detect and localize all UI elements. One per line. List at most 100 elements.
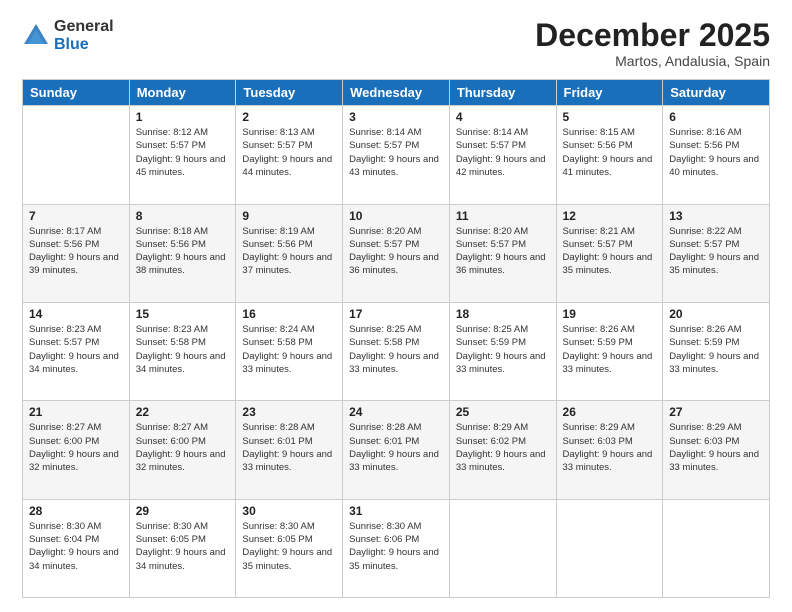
- day-number: 2: [242, 110, 336, 124]
- table-row: 19 Sunrise: 8:26 AMSunset: 5:59 PMDayligh…: [556, 302, 663, 400]
- table-row: 24Sunrise: 8:28 AMSunset: 6:01 PMDayligh…: [343, 401, 450, 499]
- page: General Blue December 2025 Martos, Andal…: [0, 0, 792, 612]
- table-row: 29 Sunrise: 8:30 AMSunset: 6:05 PMDayligh…: [129, 499, 236, 597]
- table-row: 18 Sunrise: 8:25 AMSunset: 5:59 PMDayligh…: [449, 302, 556, 400]
- day-info: Sunrise: 8:16 AMSunset: 5:56 PMDaylight:…: [669, 126, 763, 179]
- day-info: Sunrise: 8:24 AMSunset: 5:58 PMDaylight:…: [242, 323, 336, 376]
- day-info: Sunrise: 8:20 AMSunset: 5:57 PMDaylight:…: [349, 225, 443, 278]
- day-number: 24: [349, 405, 443, 419]
- day-number: 7: [29, 209, 123, 223]
- day-number: 11: [456, 209, 550, 223]
- table-row: 22 Sunrise: 8:27 AMSunset: 6:00 PMDayligh…: [129, 401, 236, 499]
- calendar-week-row: 7 Sunrise: 8:17 AMSunset: 5:56 PMDaylight…: [23, 204, 770, 302]
- day-info: Sunrise: 8:18 AMSunset: 5:56 PMDaylight:…: [136, 225, 230, 278]
- table-row: 30Sunrise: 8:30 AMSunset: 6:05 PMDayligh…: [236, 499, 343, 597]
- day-number: 16: [242, 307, 336, 321]
- logo: General Blue: [22, 18, 114, 53]
- day-number: 29: [136, 504, 230, 518]
- day-number: 6: [669, 110, 763, 124]
- day-info: Sunrise: 8:12 AMSunset: 5:57 PMDaylight:…: [136, 126, 230, 179]
- day-number: 18: [456, 307, 550, 321]
- table-row: 25 Sunrise: 8:29 AMSunset: 6:02 PMDayligh…: [449, 401, 556, 499]
- day-number: 14: [29, 307, 123, 321]
- day-info: Sunrise: 8:15 AMSunset: 5:56 PMDaylight:…: [563, 126, 657, 179]
- day-info: Sunrise: 8:13 AMSunset: 5:57 PMDaylight:…: [242, 126, 336, 179]
- day-info: Sunrise: 8:23 AMSunset: 5:57 PMDaylight:…: [29, 323, 123, 376]
- day-number: 31: [349, 504, 443, 518]
- day-number: 21: [29, 405, 123, 419]
- day-info: Sunrise: 8:20 AMSunset: 5:57 PMDaylight:…: [456, 225, 550, 278]
- table-row: 2 Sunrise: 8:13 AMSunset: 5:57 PMDaylight…: [236, 106, 343, 204]
- day-info: Sunrise: 8:29 AMSunset: 6:03 PMDaylight:…: [669, 421, 763, 474]
- location-subtitle: Martos, Andalusia, Spain: [535, 53, 770, 69]
- logo-general: General: [54, 18, 114, 36]
- day-info: Sunrise: 8:30 AMSunset: 6:04 PMDaylight:…: [29, 520, 123, 573]
- day-number: 13: [669, 209, 763, 223]
- title-block: December 2025 Martos, Andalusia, Spain: [535, 18, 770, 69]
- day-info: Sunrise: 8:17 AMSunset: 5:56 PMDaylight:…: [29, 225, 123, 278]
- day-number: 19: [563, 307, 657, 321]
- table-row: 31 Sunrise: 8:30 AMSunset: 6:06 PMDayligh…: [343, 499, 450, 597]
- day-number: 20: [669, 307, 763, 321]
- day-number: 8: [136, 209, 230, 223]
- day-info: Sunrise: 8:30 AMSunset: 6:05 PMDaylight:…: [136, 520, 230, 573]
- table-row: 3 Sunrise: 8:14 AMSunset: 5:57 PMDaylight…: [343, 106, 450, 204]
- table-row: [449, 499, 556, 597]
- table-row: 12Sunrise: 8:21 AMSunset: 5:57 PMDayligh…: [556, 204, 663, 302]
- day-info: Sunrise: 8:30 AMSunset: 6:06 PMDaylight:…: [349, 520, 443, 573]
- table-row: 26Sunrise: 8:29 AMSunset: 6:03 PMDayligh…: [556, 401, 663, 499]
- day-number: 27: [669, 405, 763, 419]
- table-row: 14 Sunrise: 8:23 AMSunset: 5:57 PMDayligh…: [23, 302, 130, 400]
- header-tuesday: Tuesday: [236, 80, 343, 106]
- header-monday: Monday: [129, 80, 236, 106]
- logo-icon: [22, 22, 50, 50]
- day-number: 12: [563, 209, 657, 223]
- table-row: 20 Sunrise: 8:26 AMSunset: 5:59 PMDayligh…: [663, 302, 770, 400]
- header-wednesday: Wednesday: [343, 80, 450, 106]
- day-number: 22: [136, 405, 230, 419]
- table-row: [23, 106, 130, 204]
- day-info: Sunrise: 8:28 AMSunset: 6:01 PMDaylight:…: [242, 421, 336, 474]
- table-row: 15 Sunrise: 8:23 AMSunset: 5:58 PMDayligh…: [129, 302, 236, 400]
- day-number: 28: [29, 504, 123, 518]
- header-saturday: Saturday: [663, 80, 770, 106]
- day-info: Sunrise: 8:14 AMSunset: 5:57 PMDaylight:…: [349, 126, 443, 179]
- day-info: Sunrise: 8:27 AMSunset: 6:00 PMDaylight:…: [136, 421, 230, 474]
- day-number: 1: [136, 110, 230, 124]
- table-row: 10 Sunrise: 8:20 AMSunset: 5:57 PMDayligh…: [343, 204, 450, 302]
- day-info: Sunrise: 8:29 AMSunset: 6:02 PMDaylight:…: [456, 421, 550, 474]
- table-row: [663, 499, 770, 597]
- table-row: 9Sunrise: 8:19 AMSunset: 5:56 PMDaylight…: [236, 204, 343, 302]
- day-info: Sunrise: 8:22 AMSunset: 5:57 PMDaylight:…: [669, 225, 763, 278]
- day-info: Sunrise: 8:23 AMSunset: 5:58 PMDaylight:…: [136, 323, 230, 376]
- header-sunday: Sunday: [23, 80, 130, 106]
- day-number: 23: [242, 405, 336, 419]
- table-row: 1 Sunrise: 8:12 AMSunset: 5:57 PMDaylight…: [129, 106, 236, 204]
- day-info: Sunrise: 8:30 AMSunset: 6:05 PMDaylight:…: [242, 520, 336, 573]
- table-row: 16 Sunrise: 8:24 AMSunset: 5:58 PMDayligh…: [236, 302, 343, 400]
- table-row: 17 Sunrise: 8:25 AMSunset: 5:58 PMDayligh…: [343, 302, 450, 400]
- calendar-week-row: 1 Sunrise: 8:12 AMSunset: 5:57 PMDaylight…: [23, 106, 770, 204]
- day-info: Sunrise: 8:25 AMSunset: 5:58 PMDaylight:…: [349, 323, 443, 376]
- day-number: 15: [136, 307, 230, 321]
- calendar-header-row: Sunday Monday Tuesday Wednesday Thursday…: [23, 80, 770, 106]
- day-number: 4: [456, 110, 550, 124]
- day-number: 10: [349, 209, 443, 223]
- header-thursday: Thursday: [449, 80, 556, 106]
- header: General Blue December 2025 Martos, Andal…: [22, 18, 770, 69]
- logo-text: General Blue: [54, 18, 114, 53]
- day-info: Sunrise: 8:14 AMSunset: 5:57 PMDaylight:…: [456, 126, 550, 179]
- table-row: 11 Sunrise: 8:20 AMSunset: 5:57 PMDayligh…: [449, 204, 556, 302]
- day-number: 5: [563, 110, 657, 124]
- table-row: [556, 499, 663, 597]
- calendar-week-row: 28 Sunrise: 8:30 AMSunset: 6:04 PMDayligh…: [23, 499, 770, 597]
- day-info: Sunrise: 8:26 AMSunset: 5:59 PMDaylight:…: [669, 323, 763, 376]
- day-info: Sunrise: 8:25 AMSunset: 5:59 PMDaylight:…: [456, 323, 550, 376]
- header-friday: Friday: [556, 80, 663, 106]
- table-row: 27 Sunrise: 8:29 AMSunset: 6:03 PMDayligh…: [663, 401, 770, 499]
- day-info: Sunrise: 8:19 AMSunset: 5:56 PMDaylight:…: [242, 225, 336, 278]
- day-number: 17: [349, 307, 443, 321]
- day-number: 25: [456, 405, 550, 419]
- day-number: 3: [349, 110, 443, 124]
- day-info: Sunrise: 8:26 AMSunset: 5:59 PMDaylight:…: [563, 323, 657, 376]
